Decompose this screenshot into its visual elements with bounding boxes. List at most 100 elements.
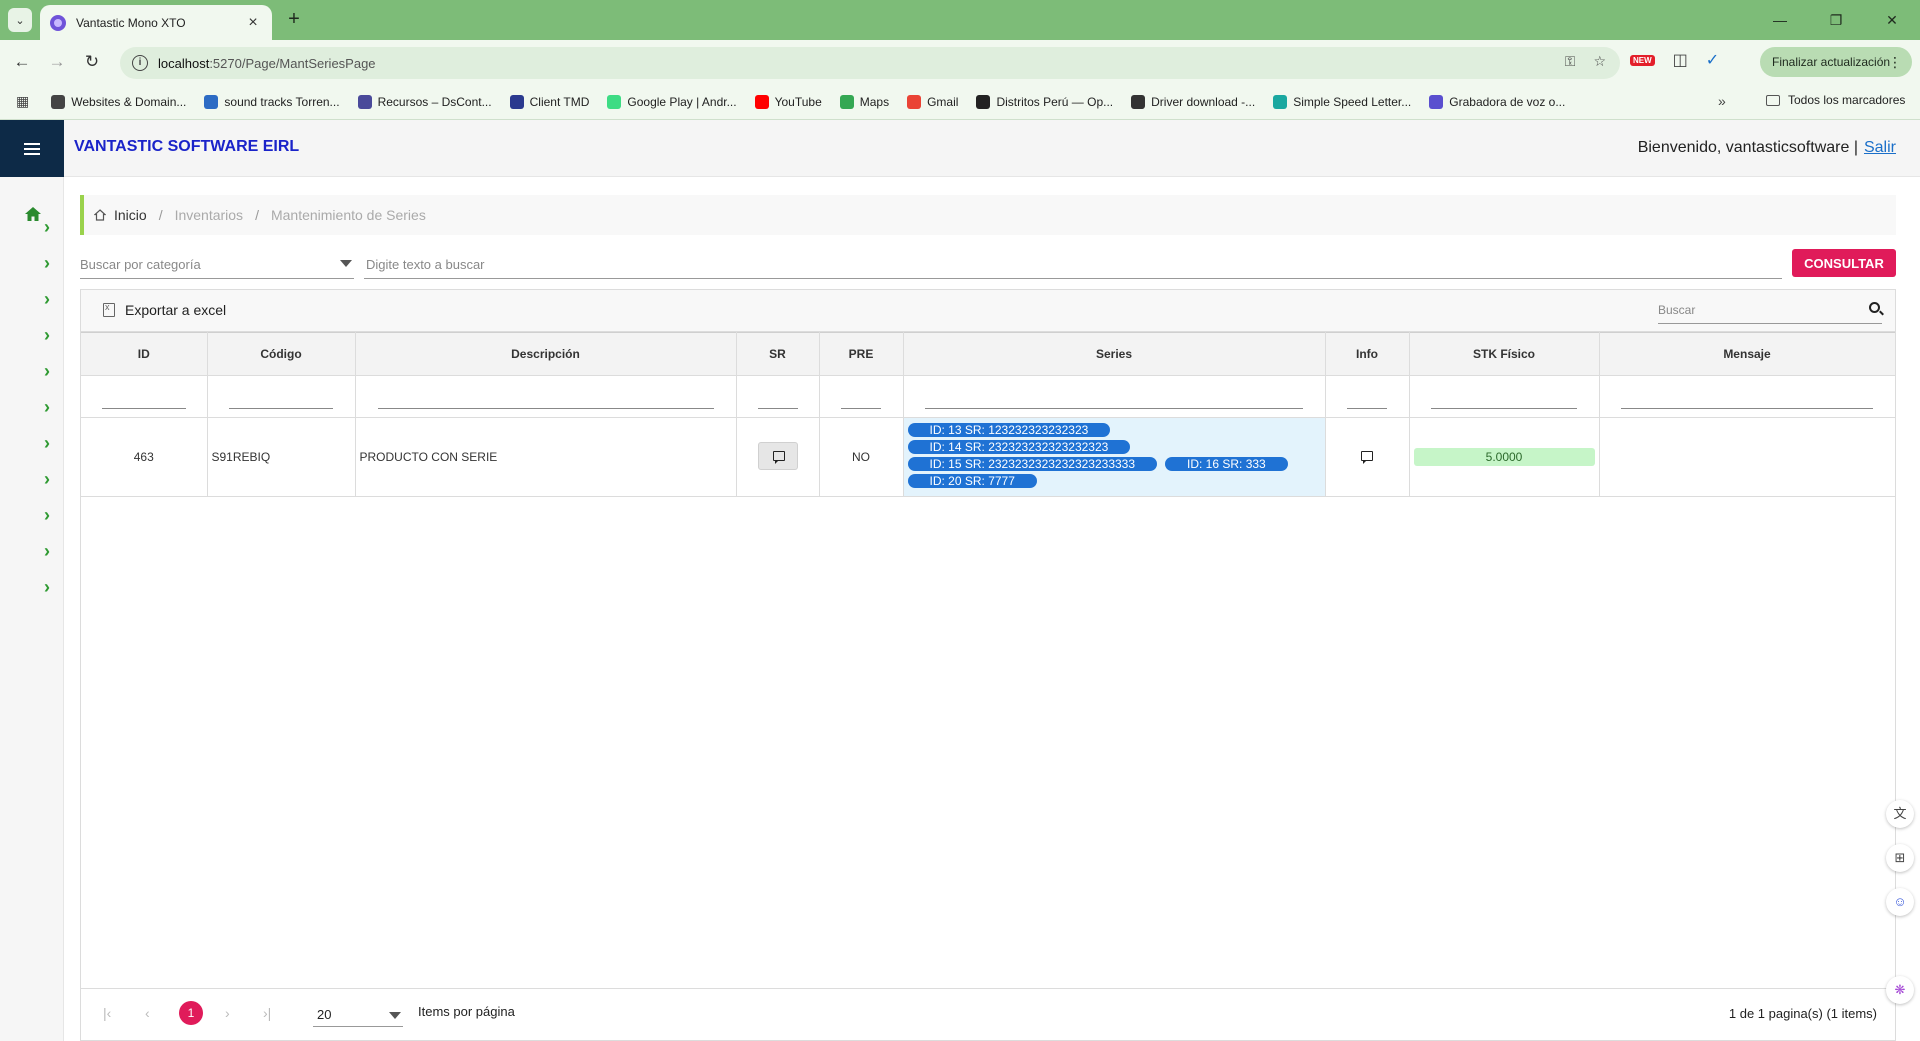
- column-filter-input[interactable]: [1431, 408, 1577, 409]
- series-chip[interactable]: ID: 15 SR: 2323232323232323233333: [907, 457, 1158, 471]
- chevron-right-icon[interactable]: ›: [44, 254, 58, 272]
- column-header[interactable]: Info: [1325, 332, 1410, 376]
- all-bookmarks-button[interactable]: Todos los marcadores: [1766, 93, 1905, 107]
- translate-icon[interactable]: 文: [1886, 800, 1914, 828]
- column-filter-input[interactable]: [1347, 408, 1387, 409]
- chevron-right-icon[interactable]: ›: [44, 470, 58, 488]
- search-icon[interactable]: [1869, 302, 1880, 313]
- brain-icon[interactable]: ❋: [1886, 976, 1914, 1004]
- column-filter-input[interactable]: [757, 408, 798, 409]
- column-header[interactable]: PRE: [819, 332, 904, 376]
- kebab-menu-icon[interactable]: ⋮: [1888, 54, 1902, 71]
- site-info-icon[interactable]: i: [132, 55, 148, 71]
- assistant-icon[interactable]: ☺: [1886, 888, 1914, 916]
- home-icon[interactable]: [24, 205, 42, 223]
- grid-apps-icon[interactable]: ⊞: [1886, 844, 1914, 872]
- tab-search-button[interactable]: ⌄: [8, 8, 32, 32]
- close-icon[interactable]: ×: [244, 14, 262, 32]
- bookmark-item[interactable]: YouTube: [754, 94, 822, 109]
- forward-button[interactable]: →: [45, 50, 69, 74]
- extension-v-icon[interactable]: ✓: [1706, 50, 1719, 70]
- column-header[interactable]: SR: [736, 332, 820, 376]
- bookmark-item[interactable]: Driver download -...: [1131, 94, 1255, 109]
- consultar-button[interactable]: CONSULTAR: [1792, 249, 1896, 277]
- column-header[interactable]: Código: [207, 332, 356, 376]
- bookmark-item[interactable]: Gmail: [907, 94, 958, 109]
- chevron-right-icon[interactable]: ›: [44, 506, 58, 524]
- bookmark-item[interactable]: Client TMD: [509, 94, 589, 109]
- back-button[interactable]: ←: [10, 50, 34, 74]
- new-tab-button[interactable]: +: [282, 8, 306, 32]
- bookmark-item[interactable]: Grabadora de voz o...: [1429, 94, 1566, 109]
- bookmark-item[interactable]: Recursos – DsCont...: [357, 94, 492, 109]
- minimize-button[interactable]: —: [1752, 0, 1808, 40]
- column-filter-cell: [819, 375, 904, 418]
- column-header[interactable]: Mensaje: [1599, 332, 1896, 376]
- close-window-button[interactable]: ✕: [1864, 0, 1920, 40]
- chevron-right-icon[interactable]: ›: [44, 326, 58, 344]
- page-button-current[interactable]: 1: [179, 1001, 203, 1025]
- omnibox[interactable]: i localhost:5270/Page/MantSeriesPage ⚿ ☆: [120, 47, 1620, 79]
- update-button-label: Finalizar actualización: [1772, 55, 1891, 69]
- puzzle-icon[interactable]: ◫: [1673, 50, 1688, 70]
- bookmark-item[interactable]: Websites & Domain...: [51, 94, 186, 109]
- key-icon[interactable]: ⚿: [1565, 53, 1576, 70]
- bookmark-item[interactable]: sound tracks Torren...: [204, 94, 340, 109]
- menu-toggle-button[interactable]: [0, 120, 64, 177]
- last-page-icon[interactable]: ›|: [263, 1005, 271, 1021]
- column-filter-input[interactable]: [925, 408, 1303, 409]
- chevron-right-icon[interactable]: ›: [44, 290, 58, 308]
- column-header[interactable]: Series: [903, 332, 1326, 376]
- column-header[interactable]: Descripción: [355, 332, 737, 376]
- text-search-input[interactable]: Digite texto a buscar: [364, 249, 1782, 279]
- column-filter-input[interactable]: [377, 408, 714, 409]
- star-icon[interactable]: ☆: [1593, 53, 1606, 70]
- bookmark-favicon-icon: [1273, 94, 1288, 109]
- apps-grid-icon[interactable]: ▦: [16, 93, 29, 110]
- cell-series: ID: 13 SR: 123232323232323 ID: 14 SR: 232…: [903, 417, 1326, 497]
- prev-page-icon[interactable]: ‹: [145, 1005, 150, 1021]
- column-header[interactable]: ID: [81, 332, 208, 376]
- breadcrumb-section[interactable]: Inventarios: [175, 207, 243, 223]
- column-filter-input[interactable]: [229, 408, 333, 409]
- bookmark-label: YouTube: [774, 94, 822, 109]
- column-header[interactable]: STK Físico: [1409, 332, 1600, 376]
- bookmark-item[interactable]: Google Play | Andr...: [607, 94, 737, 109]
- new-feature-badge[interactable]: NEW: [1630, 54, 1655, 66]
- logout-link[interactable]: Salir: [1864, 139, 1896, 156]
- chevron-right-icon[interactable]: ›: [44, 542, 58, 560]
- export-excel-button[interactable]: Exportar a excel: [103, 302, 226, 318]
- chevron-right-icon[interactable]: ›: [44, 434, 58, 452]
- restore-button[interactable]: ❐: [1808, 0, 1864, 40]
- next-page-icon[interactable]: ›: [225, 1005, 230, 1021]
- column-filter-input[interactable]: [841, 408, 881, 409]
- chevron-right-icon[interactable]: ›: [44, 218, 58, 236]
- grid-search-input[interactable]: Buscar: [1658, 298, 1882, 324]
- page-size-select[interactable]: 20: [313, 1001, 403, 1027]
- chevron-right-icon[interactable]: ›: [44, 362, 58, 380]
- comment-icon[interactable]: [1361, 451, 1373, 464]
- chevron-right-icon[interactable]: ›: [44, 578, 58, 596]
- series-chip[interactable]: ID: 13 SR: 123232323232323: [907, 423, 1111, 437]
- bookmark-item[interactable]: Distritos Perú — Op...: [976, 94, 1113, 109]
- category-select[interactable]: Buscar por categoría: [80, 249, 354, 279]
- chevron-double-right-icon[interactable]: »: [1718, 93, 1726, 109]
- browser-tab-active[interactable]: Vantastic Mono XTO ×: [40, 5, 272, 40]
- bookmark-label: Google Play | Andr...: [627, 94, 737, 109]
- first-page-icon[interactable]: |‹: [103, 1005, 111, 1021]
- column-filter-input[interactable]: [1621, 408, 1873, 409]
- column-filter-input[interactable]: [101, 408, 186, 409]
- bookmark-label: Grabadora de voz o...: [1449, 94, 1566, 109]
- chevron-right-icon[interactable]: ›: [44, 398, 58, 416]
- table-row[interactable]: 463 S91REBIQ PRODUCTO CON SERIE NO ID: 1…: [81, 417, 1896, 497]
- reload-button[interactable]: ↻: [80, 50, 104, 74]
- update-button[interactable]: Finalizar actualización ⋮: [1760, 47, 1912, 77]
- tab-title: Vantastic Mono XTO: [76, 15, 186, 30]
- series-chip[interactable]: ID: 14 SR: 232323232323232323: [907, 440, 1131, 454]
- sr-detail-button[interactable]: [757, 441, 798, 470]
- bookmark-item[interactable]: Simple Speed Letter...: [1273, 94, 1411, 109]
- series-chip[interactable]: ID: 20 SR: 7777: [907, 474, 1037, 488]
- series-chip[interactable]: ID: 16 SR: 333: [1165, 457, 1288, 471]
- bookmark-item[interactable]: Maps: [839, 94, 889, 109]
- breadcrumb-home-link[interactable]: Inicio: [114, 207, 147, 223]
